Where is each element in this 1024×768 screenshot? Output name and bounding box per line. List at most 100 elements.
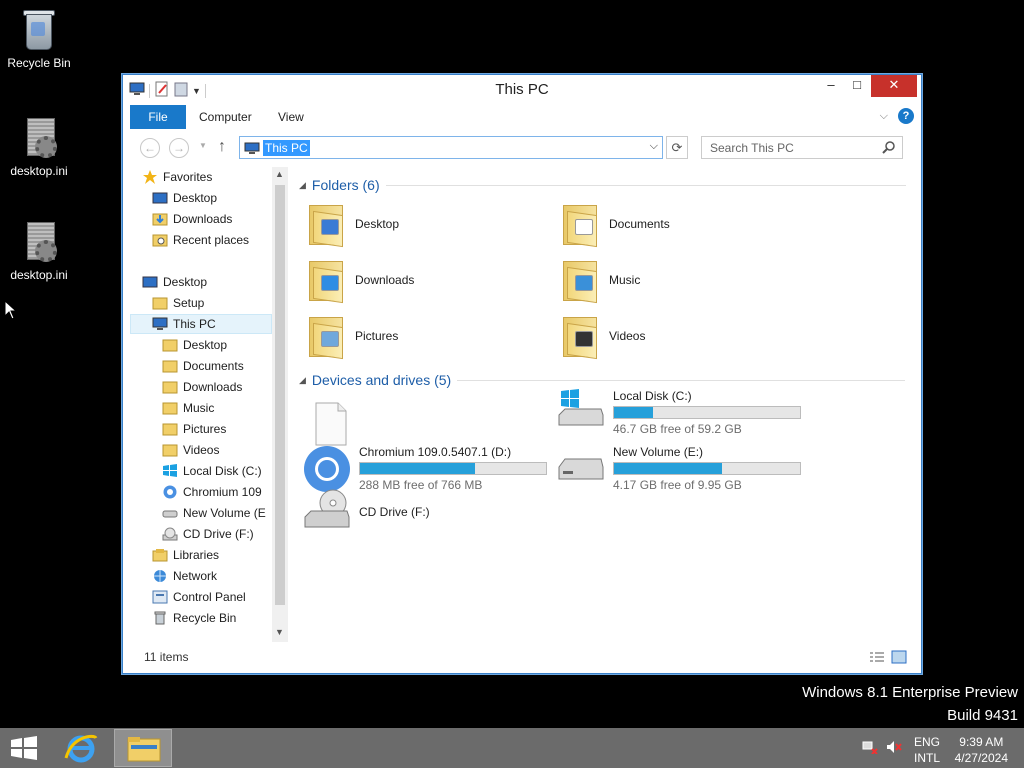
folder-item[interactable]: Pictures (307, 313, 398, 360)
back-button[interactable]: ← (140, 138, 160, 158)
explorer-window: ▼ This PC – □ ✕ File Computer View ⌵ ? ←… (122, 74, 922, 674)
forward-button[interactable]: → (169, 138, 189, 158)
nav-item[interactable]: This PC (130, 314, 272, 334)
folder-icon (162, 422, 178, 436)
folder-item[interactable]: Downloads (307, 257, 415, 304)
minimize-button[interactable]: – (817, 75, 845, 97)
tab-computer[interactable]: Computer (199, 105, 252, 129)
search-placeholder: Search This PC (710, 141, 794, 155)
nav-item[interactable]: Setup (152, 293, 204, 313)
nav-item-label: Control Panel (173, 590, 246, 604)
drive-icon-wrapper (557, 389, 605, 434)
drive-label: CD Drive (F:) (359, 504, 430, 519)
address-dropdown-icon[interactable]: ⌵ (650, 140, 658, 153)
folder-item[interactable]: Desktop (307, 201, 399, 248)
folder-icon (307, 257, 347, 304)
drive-icon-wrapper (303, 487, 351, 536)
recycle-bin-icon (19, 6, 59, 52)
libraries-icon (152, 548, 168, 562)
nav-item[interactable]: Chromium 109 (162, 482, 262, 502)
nav-item[interactable]: Downloads (162, 377, 242, 397)
nav-item[interactable]: Desktop (142, 272, 207, 292)
build-line: Build 9431 (947, 707, 1018, 724)
nav-item[interactable]: New Volume (E (162, 503, 266, 523)
network-status-icon[interactable] (862, 740, 878, 757)
title-bar[interactable]: ▼ This PC – □ ✕ (123, 75, 921, 103)
control-panel-icon (152, 590, 168, 604)
windows-logo-icon (11, 736, 37, 760)
start-button[interactable] (10, 736, 38, 763)
expand-ribbon-icon[interactable]: ⌵ (880, 110, 888, 123)
folder-label: Music (609, 273, 641, 287)
nav-item[interactable]: Local Disk (C:) (162, 461, 262, 481)
search-input[interactable]: Search This PC (701, 136, 903, 159)
scroll-up-icon[interactable]: ▲ (275, 169, 284, 179)
address-path[interactable]: This PC (263, 140, 310, 156)
internet-explorer-icon[interactable] (64, 732, 98, 764)
nav-item[interactable]: Libraries (152, 545, 219, 565)
up-button[interactable]: ↑ (218, 138, 226, 156)
nav-item[interactable]: Documents (162, 356, 244, 376)
desktop-icon-label: desktop.ini (10, 268, 68, 282)
folder-icon (162, 443, 178, 457)
desktop-icon-desktop-ini-2[interactable]: desktop.ini (1, 218, 77, 282)
chromium-icon (304, 446, 350, 492)
nav-item[interactable]: Control Panel (152, 587, 246, 607)
nav-scrollbar[interactable]: ▲ ▼ (272, 167, 288, 642)
folders-section-header[interactable]: ◢ Folders (6) (299, 177, 906, 193)
nav-item[interactable]: Desktop (162, 335, 227, 355)
nav-item[interactable]: Recycle Bin (152, 608, 236, 628)
nav-item[interactable]: Music (162, 398, 214, 418)
large-icons-view-icon[interactable] (891, 650, 907, 667)
folder-icon (162, 380, 178, 394)
cd-drive-icon (162, 527, 178, 541)
clock[interactable]: 9:39 AM 4/27/2024 (955, 734, 1008, 766)
folder-label: Downloads (355, 273, 415, 287)
devices-section-header[interactable]: ◢ Devices and drives (5) (299, 372, 906, 388)
downloads-icon (152, 212, 168, 226)
drive-label: Local Disk (C:) (613, 389, 692, 403)
nav-item[interactable]: Downloads (152, 209, 232, 229)
help-button[interactable]: ? (898, 108, 914, 124)
collapse-icon[interactable]: ◢ (299, 180, 306, 191)
input-language-indicator[interactable]: ENG INTL (914, 734, 940, 766)
file-item[interactable] (313, 401, 349, 450)
nav-item[interactable]: Pictures (162, 419, 226, 439)
windows-drive-icon (558, 389, 604, 426)
nav-item[interactable]: Videos (162, 440, 219, 460)
collapse-icon[interactable]: ◢ (299, 375, 306, 386)
navigation-bar: ← → ▼ ↑ This PC ⌵ ⟳ Search This PC (123, 133, 921, 163)
nav-item-label: New Volume (E (183, 506, 266, 520)
star-icon (142, 170, 158, 184)
volume-muted-icon[interactable] (886, 740, 902, 757)
nav-item[interactable]: Recent places (152, 230, 249, 250)
scroll-down-icon[interactable]: ▼ (275, 627, 284, 637)
folder-item[interactable]: Documents (561, 201, 670, 248)
maximize-button[interactable]: □ (843, 75, 871, 97)
drive-item[interactable]: Local Disk (C:) 46.7 GB free of 59.2 GB (557, 389, 801, 436)
close-button[interactable]: ✕ (871, 75, 917, 97)
nav-item-label: Music (183, 401, 215, 415)
address-bar[interactable]: This PC ⌵ (239, 136, 663, 159)
search-icon (882, 140, 896, 157)
nav-item[interactable]: CD Drive (F:) (162, 524, 254, 544)
scroll-thumb[interactable] (275, 185, 285, 605)
status-bar: 11 items (123, 645, 921, 671)
nav-item[interactable]: Network (152, 566, 217, 586)
folder-item[interactable]: Videos (561, 313, 645, 360)
drive-item[interactable]: CD Drive (F:) (303, 487, 430, 536)
drive-item[interactable]: New Volume (E:) 4.17 GB free of 9.95 GB (557, 445, 801, 492)
nav-item[interactable]: Desktop (152, 188, 217, 208)
nav-item-label: Desktop (163, 275, 208, 289)
details-view-icon[interactable] (869, 650, 885, 667)
file-explorer-taskbar-button[interactable] (114, 729, 172, 767)
folder-item[interactable]: Music (561, 257, 641, 304)
nav-item[interactable]: Favorites (142, 167, 212, 187)
desktop-icon-desktop-ini-1[interactable]: desktop.ini (1, 114, 77, 178)
recent-locations-icon[interactable]: ▼ (199, 141, 207, 150)
tab-view[interactable]: View (278, 105, 304, 129)
windows-drive-icon (162, 464, 178, 478)
tab-file[interactable]: File (130, 105, 186, 129)
refresh-button[interactable]: ⟳ (666, 136, 688, 159)
desktop-icon-recycle-bin[interactable]: Recycle Bin (1, 6, 77, 70)
